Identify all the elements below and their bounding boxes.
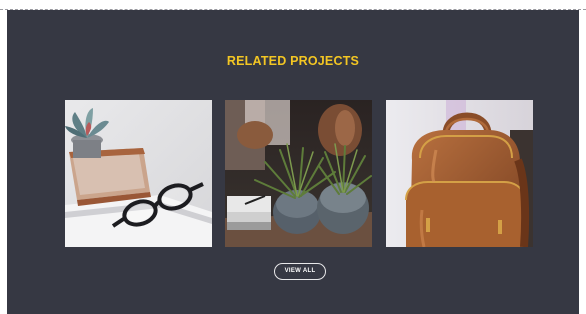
leather-backpack-photo [386,100,533,247]
project-card-2[interactable] [225,100,372,247]
potted-plants-photo [225,100,372,247]
view-all-button[interactable]: VIEW ALL [274,263,326,280]
project-card-1[interactable] [65,100,212,247]
page: RELATED PROJECTS VIEW ALL [0,0,586,314]
glasses-and-succulent-photo [65,100,212,247]
section-title: RELATED PROJECTS [226,54,360,68]
related-projects-section: RELATED PROJECTS VIEW ALL [7,10,579,314]
project-card-3[interactable] [386,100,533,247]
